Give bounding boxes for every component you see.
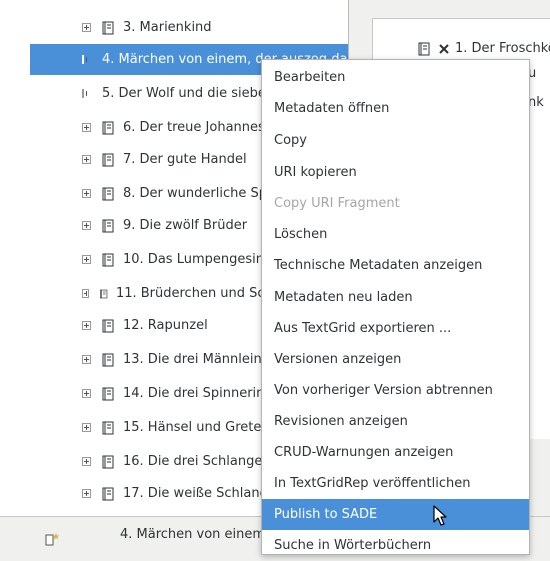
menu-item-copy-uri[interactable]: URI kopieren — [262, 157, 529, 188]
context-menu: Bearbeiten Metadaten öffnen Copy URI kop… — [261, 59, 530, 555]
book-icon — [102, 21, 114, 34]
editor-item-label: 1. Der Froschkönig — [455, 41, 550, 56]
expand-plus-icon[interactable] — [82, 255, 91, 264]
book-icon — [102, 153, 114, 166]
book-icon — [99, 289, 107, 298]
menu-item-copy-uri-fragment: Copy URI Fragment — [262, 188, 529, 219]
menu-item-show-versions[interactable]: Versionen anzeigen — [262, 344, 529, 375]
tree-item-label: 3. Marienkind — [123, 20, 212, 35]
menu-item-crud-warnings[interactable]: CRUD-Warnungen anzeigen — [262, 437, 529, 468]
menu-item-label: Suche in Wörterbüchern — [274, 538, 432, 553]
expand-plus-icon[interactable] — [82, 321, 91, 330]
expand-plus-icon[interactable] — [82, 289, 89, 298]
menu-item-publish-sade[interactable]: Publish to SADE — [262, 499, 529, 530]
expand-plus-icon[interactable] — [82, 457, 91, 466]
book-icon — [102, 421, 114, 434]
menu-item-reload-metadata[interactable]: Metadaten neu laden — [262, 282, 529, 313]
editor-text-fragment: nk — [528, 95, 544, 110]
menu-item-label: Revisionen anzeigen — [274, 414, 408, 429]
menu-item-label: Löschen — [274, 227, 328, 242]
x-icon[interactable] — [439, 43, 449, 54]
menu-item-label: URI kopieren — [274, 165, 357, 180]
expand-plus-icon[interactable] — [82, 89, 87, 98]
expand-plus-icon[interactable] — [82, 155, 91, 164]
tree-item-label: 7. Der gute Handel — [123, 152, 247, 167]
menu-item-label: Versionen anzeigen — [274, 352, 402, 367]
menu-item-label: Metadaten öffnen — [274, 101, 390, 116]
menu-item-label: Von vorheriger Version abtrennen — [274, 383, 493, 398]
menu-item-technical-metadata[interactable]: Technische Metadaten anzeigen — [262, 250, 529, 281]
expand-plus-icon[interactable] — [82, 23, 91, 32]
menu-item-detach-version[interactable]: Von vorheriger Version abtrennen — [262, 375, 529, 406]
book-icon — [102, 219, 114, 232]
menu-item-label: Copy URI Fragment — [274, 196, 400, 211]
expand-plus-icon[interactable] — [82, 355, 91, 364]
menu-item-show-revisions[interactable]: Revisionen anzeigen — [262, 406, 529, 437]
menu-item-label: Copy — [274, 133, 307, 148]
editor-item[interactable]: 1. Der Froschkönig — [417, 41, 550, 56]
book-icon — [102, 387, 114, 400]
expand-plus-icon[interactable] — [82, 123, 91, 132]
menu-item-label: In TextGridRep veröffentlichen — [274, 476, 471, 491]
tree-item-label: 12. Rapunzel — [123, 318, 208, 333]
book-icon — [102, 487, 114, 500]
expand-plus-icon[interactable] — [82, 489, 91, 498]
tree-item-label: 9. Die zwölf Brüder — [123, 218, 248, 233]
tree-item-label: 15. Hänsel und Gretel — [123, 420, 266, 435]
menu-item-label: Publish to SADE — [274, 507, 378, 522]
book-icon — [418, 42, 430, 55]
menu-item-edit[interactable]: Bearbeiten — [262, 62, 529, 93]
menu-item-open-metadata[interactable]: Metadaten öffnen — [262, 93, 529, 124]
menu-item-label: Technische Metadaten anzeigen — [274, 258, 483, 273]
menu-item-label: Bearbeiten — [274, 70, 346, 85]
menu-item-label: CRUD-Warnungen anzeigen — [274, 445, 454, 460]
expand-plus-icon[interactable] — [82, 55, 87, 64]
expand-plus-icon[interactable] — [82, 221, 91, 230]
book-icon — [102, 319, 114, 332]
tree-item-label: 17. Die weiße Schlange — [123, 486, 276, 501]
tree-item-label: 6. Der treue Johannes — [123, 120, 265, 135]
menu-item-label: Metadaten neu laden — [274, 290, 413, 305]
menu-item-copy[interactable]: Copy — [262, 125, 529, 156]
tree-item[interactable]: 3. Marienkind — [30, 12, 348, 43]
expand-plus-icon[interactable] — [82, 423, 91, 432]
expand-plus-icon[interactable] — [82, 189, 91, 198]
book-icon — [102, 121, 114, 134]
book-icon — [102, 455, 114, 468]
book-icon — [102, 187, 114, 200]
mouse-pointer-icon — [433, 505, 447, 526]
tree-item-label: 10. Das Lumpengesindel — [123, 252, 284, 267]
menu-item-dictionary-search[interactable]: Suche in Wörterbüchern — [262, 530, 529, 561]
menu-item-delete[interactable]: Löschen — [262, 219, 529, 250]
expand-plus-icon[interactable] — [82, 389, 91, 398]
menu-item-publish-textgridrep[interactable]: In TextGridRep veröffentlichen — [262, 468, 529, 499]
book-icon — [102, 253, 114, 266]
book-icon — [102, 353, 114, 366]
menu-item-label: Aus TextGrid exportieren ... — [274, 321, 452, 336]
document-star-icon — [45, 533, 60, 546]
menu-item-export[interactable]: Aus TextGrid exportieren ... — [262, 313, 529, 344]
